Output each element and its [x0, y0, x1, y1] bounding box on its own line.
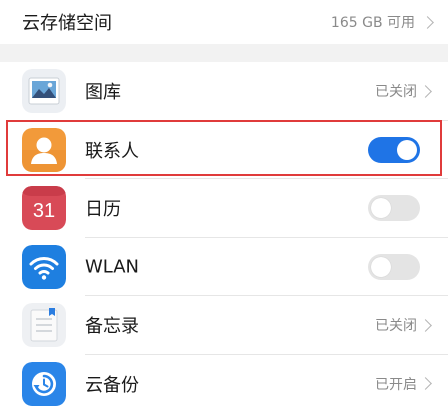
status-text: 已关闭 [375, 315, 432, 335]
status-value: 已关闭 [375, 84, 417, 101]
cloud-storage-title: 云存储空间 [22, 13, 112, 34]
wlan-sync-toggle[interactable] [368, 253, 420, 280]
chevron-right-icon [419, 318, 432, 332]
list-item-cloud-backup[interactable]: 云备份 已开启 [0, 355, 448, 414]
chevron-right-icon [421, 15, 434, 29]
chevron-right-icon [419, 377, 432, 391]
list-item-label: 云备份 [85, 374, 139, 396]
calendar-icon-day: 31 [33, 200, 55, 222]
list-item-gallery[interactable]: 图库 已关闭 [0, 62, 448, 121]
list-item-contacts[interactable]: 联系人 [0, 121, 448, 179]
list-item-wlan[interactable]: WLAN [0, 238, 448, 296]
status-text: 已关闭 [375, 81, 432, 101]
list-item-label: 日历 [85, 199, 121, 221]
cloud-backup-icon [22, 361, 66, 406]
contacts-sync-toggle[interactable] [368, 136, 420, 163]
calendar-icon: 31 [22, 186, 66, 231]
cloud-storage-value: 165 GB 可用 [330, 12, 434, 32]
cloud-storage-row[interactable]: 云存储空间 165 GB 可用 [0, 0, 448, 44]
gallery-icon [22, 69, 66, 114]
wifi-icon [22, 244, 66, 289]
calendar-sync-toggle[interactable] [368, 195, 420, 222]
section-divider [0, 44, 448, 62]
list-item-label: 备忘录 [85, 316, 139, 338]
list-item-notepad[interactable]: 备忘录 已关闭 [0, 296, 448, 355]
contacts-icon [22, 127, 66, 172]
status-text: 已开启 [375, 374, 432, 394]
toggle-knob [371, 198, 391, 219]
list-item-label: WLAN [85, 256, 140, 278]
list-item-label: 联系人 [85, 140, 139, 162]
sync-items-list: 图库 已关闭 联系人 31 日历 WLAN 备忘录 已关闭 云备份 已开启 [0, 62, 448, 413]
status-value: 已开启 [375, 376, 417, 393]
chevron-right-icon [419, 84, 432, 98]
list-item-label: 图库 [85, 82, 121, 104]
toggle-knob [397, 139, 417, 160]
status-value: 已关闭 [375, 318, 417, 335]
list-item-calendar[interactable]: 31 日历 [0, 179, 448, 238]
cloud-storage-available: 165 GB 可用 [330, 15, 415, 31]
toggle-knob [371, 256, 391, 277]
notepad-icon [22, 303, 66, 348]
